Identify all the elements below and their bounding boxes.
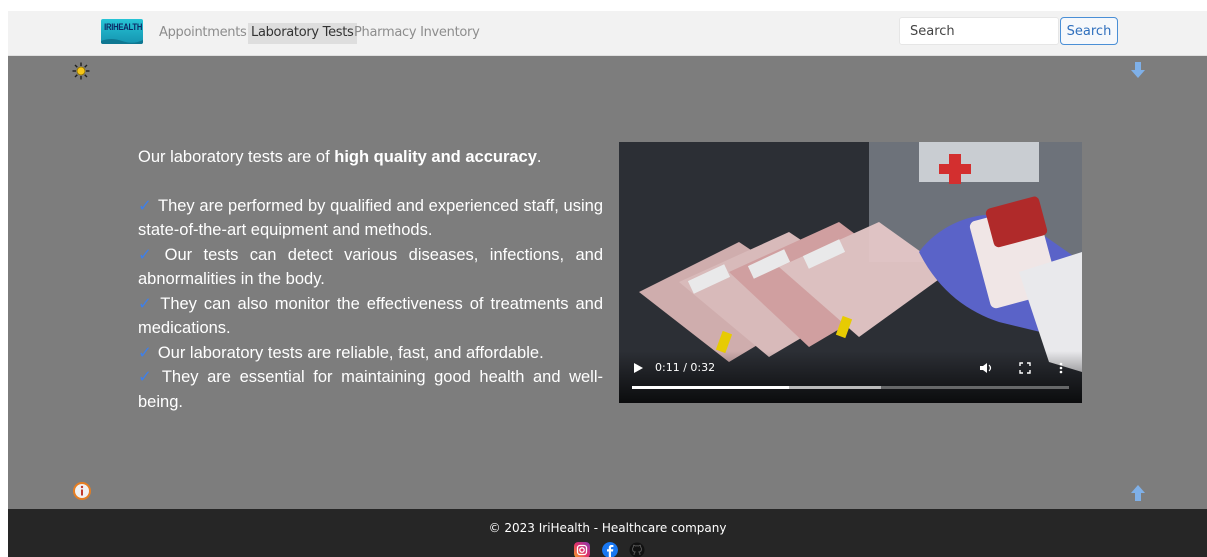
footer-copyright: © 2023 IriHealth - Healthcare company [488, 521, 727, 535]
sun-icon[interactable] [72, 62, 90, 80]
info-icon[interactable] [73, 482, 91, 500]
github-icon[interactable] [629, 542, 645, 557]
video-time: 0:11 / 0:32 [655, 361, 716, 374]
check-icon: ✓ [138, 368, 156, 386]
navbar: IRIHEALTH Appointments Laboratory Tests … [8, 11, 1207, 56]
list-item: ✓ They are essential for maintaining good… [138, 368, 604, 411]
fullscreen-icon[interactable] [1019, 362, 1031, 374]
check-icon: ✓ [138, 343, 152, 362]
more-options-icon[interactable] [1058, 362, 1064, 374]
video-progress-fill [632, 386, 790, 389]
instagram-icon[interactable] [574, 542, 590, 557]
search-input[interactable] [899, 17, 1059, 45]
list-item: ✓ Our tests can detect various diseases, … [138, 245, 603, 289]
brand-logo[interactable]: IRIHEALTH [101, 19, 143, 44]
arrow-down-icon[interactable] [1129, 61, 1147, 79]
check-icon: ✓ [138, 196, 152, 215]
intro-text: Our laboratory tests are of high quality… [138, 148, 542, 166]
list-item: ✓ They can also monitor the effectiveness… [138, 294, 603, 338]
intro-bold: high quality and accuracy [334, 148, 537, 166]
footer: © 2023 IriHealth - Healthcare company [8, 509, 1207, 557]
video-controls: 0:11 / 0:32 [619, 351, 1082, 403]
check-icon: ✓ [138, 294, 155, 313]
play-icon[interactable] [633, 363, 643, 373]
nav-link-appointments[interactable]: Appointments [156, 23, 249, 44]
lab-tests-description: Our laboratory tests are of high quality… [138, 145, 603, 414]
lab-video-player[interactable]: 0:11 / 0:32 [619, 142, 1082, 403]
nav-link-pharmacy-inventory[interactable]: Pharmacy Inventory [351, 23, 482, 44]
facebook-icon[interactable] [602, 542, 618, 557]
video-progress-bar[interactable] [632, 386, 1069, 389]
nav-link-laboratory-tests[interactable]: Laboratory Tests [248, 23, 357, 44]
list-item: ✓ They are performed by qualified and exp… [138, 196, 603, 240]
arrow-up-icon[interactable] [1129, 484, 1147, 502]
check-icon: ✓ [138, 245, 159, 264]
search-button[interactable]: Search [1060, 17, 1118, 45]
logo-text: IRIHEALTH [104, 22, 143, 32]
list-item: ✓ Our laboratory tests are reliable, fast… [138, 343, 544, 362]
main-section: Our laboratory tests are of high quality… [8, 56, 1207, 509]
volume-icon[interactable] [980, 362, 992, 374]
logo-wave-icon [101, 39, 143, 44]
